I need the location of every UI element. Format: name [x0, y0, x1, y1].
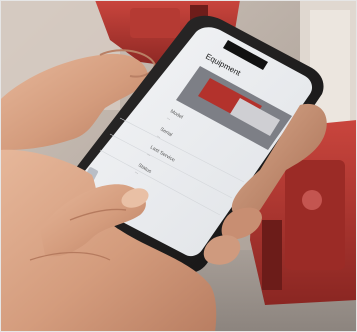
machine-panel — [285, 160, 345, 270]
machine-knob — [302, 190, 322, 210]
machine-shadow — [262, 220, 282, 290]
photo-scene: Equipment Model ... Serial ... Last Serv… — [0, 0, 357, 332]
photo-frame: Equipment Model ... Serial ... Last Serv… — [0, 0, 357, 332]
red-machine-part — [130, 8, 180, 38]
